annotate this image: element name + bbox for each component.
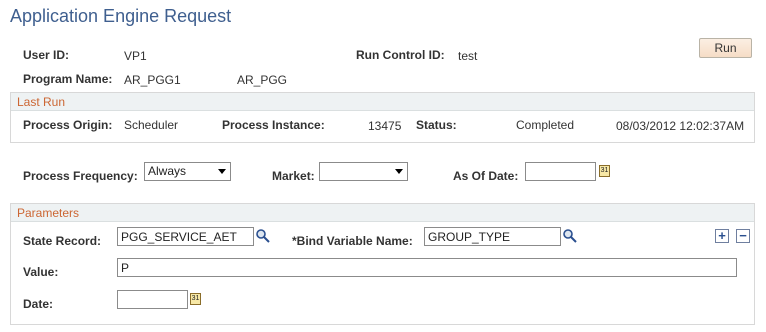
market-label: Market:	[272, 169, 315, 183]
chevron-down-icon	[218, 169, 226, 174]
process-frequency-selected: Always	[148, 164, 187, 178]
parameters-title: Parameters	[11, 204, 754, 222]
calendar-icon[interactable]: 31	[190, 293, 201, 305]
market-select[interactable]	[319, 162, 408, 181]
last-run-title: Last Run	[11, 93, 754, 111]
program-name-label: Program Name:	[23, 72, 113, 86]
state-record-label: State Record:	[23, 234, 102, 248]
value-input[interactable]	[117, 258, 737, 277]
chevron-down-icon	[395, 169, 403, 174]
run-button[interactable]: Run	[699, 38, 752, 58]
magnifier-icon[interactable]	[255, 228, 271, 244]
calendar-icon[interactable]: 31	[599, 165, 610, 177]
run-control-label: Run Control ID:	[356, 48, 445, 62]
status-value: Completed	[516, 118, 575, 132]
as-of-date-label: As Of Date:	[453, 169, 519, 183]
last-run-timestamp: 08/03/2012 12:02:37AM	[616, 119, 745, 133]
program-name-value: AR_PGG1	[124, 73, 181, 87]
plus-icon[interactable]: +	[715, 229, 729, 243]
status-label: Status:	[416, 118, 457, 132]
date-label: Date:	[23, 297, 54, 311]
bind-variable-input[interactable]	[424, 227, 561, 246]
state-record-input[interactable]	[117, 227, 254, 246]
value-label: Value:	[23, 265, 59, 279]
process-frequency-label: Process Frequency:	[23, 169, 138, 183]
process-origin-label: Process Origin:	[23, 118, 113, 132]
program-description: AR_PGG	[237, 73, 288, 87]
minus-icon[interactable]: −	[736, 229, 750, 243]
user-id-value: VP1	[124, 49, 147, 63]
process-instance-label: Process Instance:	[222, 118, 325, 132]
run-control-value: test	[458, 49, 478, 63]
last-run-group: Last Run	[10, 92, 755, 143]
bind-variable-label: *Bind Variable Name:	[292, 234, 413, 248]
as-of-date-input[interactable]	[525, 162, 596, 181]
process-origin-value: Scheduler	[124, 118, 179, 132]
magnifier-icon[interactable]	[562, 228, 578, 244]
date-input[interactable]	[117, 290, 188, 309]
process-instance-value: 13475	[368, 119, 402, 133]
process-frequency-select[interactable]: Always	[144, 162, 231, 181]
user-id-label: User ID:	[23, 48, 70, 62]
page-title: Application Engine Request	[10, 6, 232, 26]
